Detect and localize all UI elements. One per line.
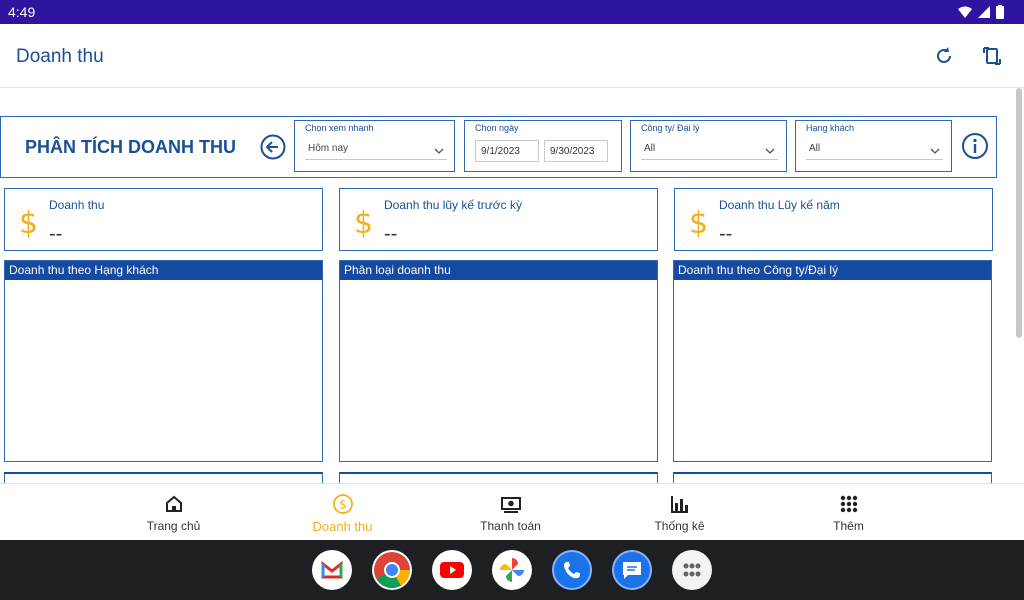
nav-label: Thêm [833, 519, 864, 533]
dollar-icon: $ [689, 206, 709, 241]
messages-icon[interactable] [612, 550, 652, 590]
dollar-circle-icon: $ [333, 494, 353, 514]
signal-icon [978, 6, 990, 18]
nav-item-statistics[interactable]: Thống kê [595, 484, 764, 541]
scrollbar[interactable] [1016, 88, 1022, 338]
next-card-edge [339, 472, 658, 483]
company-filter[interactable]: Công ty/ Đại lý All [630, 120, 787, 172]
next-card-edge [673, 472, 992, 483]
quick-view-select[interactable]: Hôm nay [305, 141, 447, 160]
date-filter: Chọn ngày 9/1/2023 9/30/2023 [464, 120, 622, 172]
kpi-card-ytd: $ Doanh thu Lũy kế năm -- [674, 188, 993, 251]
customer-tier-value: All [809, 143, 821, 154]
info-icon[interactable] [961, 132, 989, 160]
status-time: 4:49 [8, 4, 36, 20]
kpi-card-prior-cumulative: $ Doanh thu lũy kế trước kỳ -- [339, 188, 658, 251]
refresh-icon[interactable] [932, 44, 956, 68]
phone-icon[interactable] [552, 550, 592, 590]
gmail-icon[interactable] [312, 550, 352, 590]
nav-item-more[interactable]: Thêm [764, 484, 933, 541]
nav-label: Thống kê [654, 519, 705, 533]
app-bar: Doanh thu [0, 24, 1024, 88]
chrome-icon[interactable] [372, 550, 412, 590]
nav-label: Thanh toán [480, 519, 541, 533]
company-label: Công ty/ Đại lý [641, 123, 700, 133]
status-icons [958, 5, 1004, 19]
nav-item-home[interactable]: Trang chủ [89, 484, 258, 541]
chart-card-revenue-type: Phân loại doanh thu [339, 260, 658, 462]
app-drawer-icon[interactable] [672, 550, 712, 590]
bar-chart-icon [671, 496, 688, 513]
chart-title: Phân loại doanh thu [340, 261, 657, 280]
nav-label: Trang chủ [146, 519, 201, 533]
chevron-down-icon [765, 148, 775, 154]
youtube-icon[interactable] [432, 550, 472, 590]
svg-text:$: $ [339, 498, 347, 512]
analysis-header: PHÂN TÍCH DOANH THU Chọn xem nhanh Hôm n… [0, 116, 997, 178]
dollar-icon: $ [19, 206, 39, 241]
nav-item-revenue[interactable]: $ Doanh thu [258, 484, 427, 541]
nav-label: Doanh thu [312, 519, 373, 534]
page-title: Doanh thu [16, 46, 104, 67]
app-dock [0, 540, 1024, 600]
date-from-input[interactable]: 9/1/2023 [475, 140, 539, 162]
photos-icon[interactable] [492, 550, 532, 590]
date-to-input[interactable]: 9/30/2023 [544, 140, 608, 162]
dollar-icon: $ [354, 206, 374, 241]
chevron-down-icon [434, 148, 444, 154]
nav-item-payment[interactable]: Thanh toán [426, 484, 595, 541]
chart-title: Doanh thu theo Hạng khách [5, 261, 322, 280]
analysis-title: PHÂN TÍCH DOANH THU [25, 137, 236, 157]
kpi-card-revenue: $ Doanh thu -- [4, 188, 323, 251]
bottom-nav: Trang chủ $ Doanh thu Thanh toán Thống k… [0, 483, 1024, 540]
customer-tier-filter[interactable]: Hạng khách All [795, 120, 952, 172]
quick-view-value: Hôm nay [308, 143, 349, 154]
quick-view-label: Chọn xem nhanh [305, 123, 374, 133]
next-card-edge [4, 472, 323, 483]
quick-view-filter[interactable]: Chọn xem nhanh Hôm nay [294, 120, 455, 172]
home-icon [166, 495, 182, 512]
customer-tier-select[interactable]: All [806, 141, 943, 160]
kpi-value: -- [49, 223, 63, 245]
cash-icon [501, 497, 521, 513]
chart-card-by-company: Doanh thu theo Công ty/Đại lý [673, 260, 992, 462]
main-content: PHÂN TÍCH DOANH THU Chọn xem nhanh Hôm n… [0, 88, 1024, 483]
kpi-label: Doanh thu Lũy kế năm [719, 198, 840, 212]
customer-tier-label: Hạng khách [806, 123, 855, 133]
chevron-down-icon [930, 148, 940, 154]
back-arrow-icon[interactable] [260, 134, 286, 160]
kpi-value: -- [384, 223, 398, 245]
company-value: All [644, 143, 656, 154]
status-bar: 4:49 [0, 0, 1024, 24]
battery-icon [996, 5, 1004, 19]
kpi-value: -- [719, 223, 733, 245]
grid-dots-icon [840, 495, 858, 513]
kpi-label: Doanh thu [49, 198, 105, 212]
kpi-label: Doanh thu lũy kế trước kỳ [384, 198, 522, 212]
wifi-icon [958, 6, 972, 18]
chart-card-by-customer-tier: Doanh thu theo Hạng khách [4, 260, 323, 462]
company-select[interactable]: All [641, 141, 778, 160]
rotate-screen-icon[interactable] [980, 44, 1004, 68]
chart-title: Doanh thu theo Công ty/Đại lý [674, 261, 991, 280]
date-label: Chọn ngày [475, 123, 519, 133]
